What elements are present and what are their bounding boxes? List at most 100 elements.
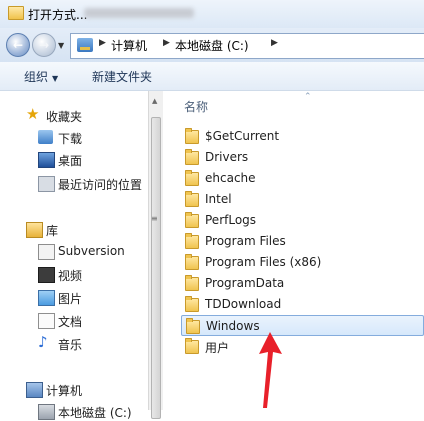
nav-item-videos[interactable]: 视频: [0, 264, 148, 284]
download-icon: [38, 130, 53, 144]
recent-places-icon: [38, 176, 55, 192]
forward-arrow-icon: →: [38, 38, 50, 52]
breadcrumb-separator-icon[interactable]: ▶: [163, 38, 170, 48]
video-icon: [38, 267, 55, 283]
nav-item-label: 音乐: [58, 338, 83, 352]
nav-item-desktop[interactable]: 桌面: [0, 149, 148, 169]
column-header-name[interactable]: 名称 ⌃: [163, 91, 424, 119]
folder-icon: [186, 318, 200, 334]
drive-icon: [38, 404, 55, 420]
file-row[interactable]: Program Files: [181, 231, 424, 251]
desktop-icon: [38, 152, 55, 168]
window-icon: [8, 6, 24, 20]
file-list: 名称 ⌃ $GetCurrent Drivers ehcache Intel PerfL…: [163, 91, 424, 410]
annotation-arrow: [259, 332, 282, 408]
back-button[interactable]: ←: [6, 33, 30, 57]
nav-item-recent-places[interactable]: 最近访问的位置: [0, 173, 148, 193]
folder-icon: [185, 170, 199, 186]
star-icon: ★: [26, 105, 40, 123]
nav-item-label: 视频: [58, 269, 83, 283]
nav-item-downloads[interactable]: 下载: [0, 127, 148, 147]
file-name: $GetCurrent: [205, 129, 280, 143]
file-name: ehcache: [205, 171, 256, 185]
breadcrumb-separator-icon[interactable]: ▶: [271, 38, 278, 48]
file-row[interactable]: Program Files (x86): [181, 252, 424, 272]
sort-ascending-icon: ⌃: [304, 92, 312, 102]
nav-item-local-disk[interactable]: 本地磁盘 (C:): [0, 401, 148, 421]
navigation-pane: ★ 收藏夹 下载 桌面 最近访问的位置 库 Subversion 视频 图片 文…: [0, 91, 148, 420]
command-bar: 组织 ▼ 新建文件夹: [0, 62, 424, 91]
nav-item-pictures[interactable]: 图片: [0, 287, 148, 307]
folder-icon: [185, 275, 199, 291]
file-row[interactable]: PerfLogs: [181, 210, 424, 230]
breadcrumb-computer[interactable]: 计算机: [111, 37, 147, 54]
file-row[interactable]: ehcache: [181, 168, 424, 188]
nav-item-label: 最近访问的位置: [58, 178, 143, 192]
nav-item-label: 下载: [58, 132, 83, 146]
file-row[interactable]: Drivers: [181, 147, 424, 167]
picture-icon: [38, 290, 55, 306]
nav-favorites-header[interactable]: ★ 收藏夹: [0, 105, 148, 125]
file-name: Windows: [206, 319, 260, 333]
file-row[interactable]: $GetCurrent: [181, 126, 424, 146]
nav-favorites-label: 收藏夹: [46, 110, 83, 124]
forward-button[interactable]: →: [32, 33, 56, 57]
file-name: Program Files: [205, 234, 286, 248]
file-row[interactable]: 用户: [181, 336, 424, 356]
folder-icon: [185, 296, 199, 312]
back-arrow-icon: ←: [12, 38, 24, 52]
file-row[interactable]: TDDownload: [181, 294, 424, 314]
folder-icon: [185, 338, 199, 354]
library-icon: [26, 222, 43, 238]
recent-pages-dropdown-icon[interactable]: ▼: [58, 41, 64, 50]
file-name: 用户: [205, 341, 230, 355]
nav-item-label: Subversion: [58, 244, 125, 258]
subversion-icon: [38, 244, 55, 260]
file-name: TDDownload: [205, 297, 282, 311]
folder-icon: [185, 254, 199, 270]
nav-computer-header[interactable]: 计算机: [0, 379, 148, 399]
folder-icon: [185, 149, 199, 165]
folder-icon: [185, 128, 199, 144]
grip-icon: ≡: [151, 214, 158, 223]
new-folder-button[interactable]: 新建文件夹: [92, 68, 152, 85]
address-box[interactable]: ▶ 计算机 ▶ 本地磁盘 (C:) ▶: [70, 33, 424, 59]
file-name: Program Files (x86): [205, 255, 322, 269]
nav-item-label: 图片: [58, 292, 83, 306]
nav-libraries-header[interactable]: 库: [0, 219, 148, 239]
nav-item-label: 本地磁盘 (C:): [58, 406, 132, 420]
computer-location-icon: [77, 38, 93, 52]
scrollbar-thumb[interactable]: [151, 117, 161, 419]
file-name: Intel: [205, 192, 232, 206]
file-row[interactable]: ProgramData: [181, 273, 424, 293]
scroll-up-icon[interactable]: ▲: [152, 97, 157, 105]
file-row[interactable]: Windows: [181, 315, 424, 336]
music-icon: ♪: [38, 333, 48, 351]
nav-item-music[interactable]: ♪ 音乐: [0, 333, 148, 353]
file-name: PerfLogs: [205, 213, 257, 227]
folder-icon: [185, 212, 199, 228]
file-row[interactable]: Intel: [181, 189, 424, 209]
chevron-down-icon: ▼: [52, 74, 59, 83]
breadcrumb-local-disk[interactable]: 本地磁盘 (C:): [175, 37, 249, 54]
navigation-scrollbar[interactable]: ▲ ≡: [148, 91, 164, 419]
file-name: ProgramData: [205, 276, 285, 290]
blurred-title-region: [84, 8, 194, 18]
organize-label: 组织: [24, 70, 49, 84]
window-title: 打开方式...: [28, 8, 88, 22]
folder-icon: [185, 191, 199, 207]
computer-icon: [26, 382, 43, 398]
nav-computer-label: 计算机: [46, 384, 83, 398]
title-bar[interactable]: 打开方式...: [0, 0, 424, 29]
organize-button[interactable]: 组织 ▼: [24, 68, 58, 85]
nav-item-subversion[interactable]: Subversion: [0, 241, 148, 261]
nav-item-label: 文档: [58, 315, 83, 329]
file-name: Drivers: [205, 150, 249, 164]
folder-icon: [185, 233, 199, 249]
nav-libraries-label: 库: [46, 224, 59, 238]
document-icon: [38, 313, 55, 329]
column-header-label: 名称: [184, 100, 209, 114]
nav-item-label: 桌面: [58, 154, 83, 168]
nav-item-documents[interactable]: 文档: [0, 310, 148, 330]
breadcrumb-separator-icon[interactable]: ▶: [99, 38, 106, 48]
